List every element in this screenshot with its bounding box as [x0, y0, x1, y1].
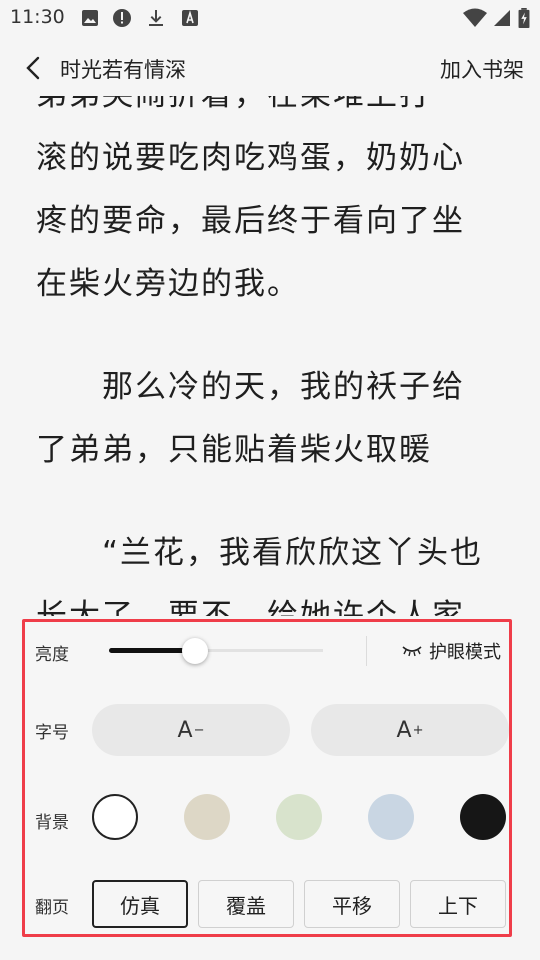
- divider: [366, 636, 367, 666]
- text-line: 弟弟哭闹折着，在柴堆上打: [0, 96, 540, 127]
- page-turn-slide-button[interactable]: 平移: [304, 880, 400, 928]
- font-decrease-button[interactable]: A −: [92, 704, 290, 756]
- bg-swatch-white[interactable]: [92, 794, 138, 840]
- battery-icon: [518, 8, 530, 28]
- status-time: 11:30: [10, 6, 65, 28]
- closed-eye-icon: [402, 646, 422, 657]
- font-increase-label: A: [396, 717, 412, 743]
- font-size-label: 字号: [35, 723, 69, 743]
- reader-settings-panel: 亮度 护眼模式 字号 A − A + 背景 翻页 仿真 覆盖 平移 上下: [22, 619, 512, 937]
- reading-content[interactable]: 弟弟哭闹折着，在柴堆上打 滚的说要吃肉吃鸡蛋，奶奶心 疼的要命，最后终于看向了坐…: [0, 96, 540, 616]
- chevron-left-icon: [26, 56, 40, 80]
- download-icon: [149, 10, 163, 26]
- text-line: 在柴火旁边的我。: [36, 266, 300, 302]
- font-increase-button[interactable]: A +: [311, 704, 509, 756]
- text-line: 那么冷的天，我的袄子给: [36, 369, 465, 405]
- bg-swatch-green[interactable]: [276, 794, 322, 840]
- page-turn-cover-button[interactable]: 覆盖: [198, 880, 294, 928]
- reader-header: 时光若有情深 加入书架: [0, 44, 540, 96]
- page-turn-simulation-button[interactable]: 仿真: [92, 880, 188, 928]
- brightness-slider-thumb[interactable]: [181, 638, 208, 664]
- text-line: “兰花，我看欣欣这丫头也: [36, 535, 484, 571]
- image-icon: [82, 10, 98, 26]
- back-button[interactable]: [16, 50, 52, 86]
- text-line: 疼的要命，最后终于看向了坐: [36, 203, 465, 239]
- wifi-icon: [463, 8, 487, 27]
- alert-icon: [113, 9, 131, 27]
- eye-protection-label: 护眼模式: [429, 642, 501, 663]
- status-bar: 11:30: [0, 0, 540, 36]
- eye-protection-toggle[interactable]: 护眼模式: [401, 638, 501, 664]
- book-title: 时光若有情深: [60, 58, 186, 82]
- signal-icon: [494, 10, 510, 26]
- font-decrease-label: A: [177, 717, 193, 743]
- text-line: 滚的说要吃肉吃鸡蛋，奶奶心: [36, 140, 465, 176]
- bg-swatch-black[interactable]: [460, 794, 506, 840]
- bg-swatch-beige[interactable]: [184, 794, 230, 840]
- brightness-label: 亮度: [35, 645, 69, 665]
- add-to-shelf-button[interactable]: 加入书架: [440, 54, 524, 84]
- text-line: 了弟弟，只能贴着柴火取暖: [36, 432, 432, 468]
- bg-swatch-blue[interactable]: [368, 794, 414, 840]
- minus-icon: −: [193, 722, 205, 738]
- plus-icon: +: [412, 722, 424, 738]
- text-line: 长大了，要不，给她许个人家: [36, 598, 465, 616]
- page-turn-label: 翻页: [35, 898, 69, 918]
- font-app-icon: [182, 10, 198, 26]
- page-turn-vertical-button[interactable]: 上下: [410, 880, 506, 928]
- background-label: 背景: [35, 813, 69, 833]
